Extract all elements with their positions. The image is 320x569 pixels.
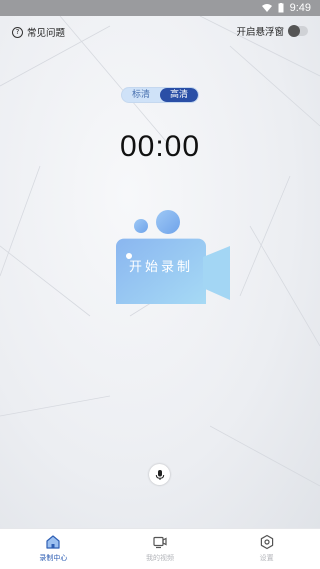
tab-label-my-videos: 我的视频 bbox=[146, 554, 174, 562]
status-time: 9:49 bbox=[289, 2, 311, 14]
wifi-icon bbox=[261, 3, 272, 13]
bottom-nav: 录制中心 我的视频 设置 bbox=[0, 528, 320, 569]
toggle-knob bbox=[288, 25, 300, 37]
status-bar: 9:49 bbox=[0, 0, 320, 16]
tab-label-recording-center: 录制中心 bbox=[39, 554, 68, 562]
video-camera-icon bbox=[116, 210, 230, 304]
quality-option-sd[interactable]: 标清 bbox=[122, 88, 160, 102]
tab-label-settings: 设置 bbox=[259, 554, 274, 562]
home-icon bbox=[46, 535, 60, 549]
microphone-icon bbox=[155, 469, 164, 480]
tab-my-videos[interactable]: 我的视频 bbox=[107, 529, 214, 569]
recording-screen: ? 常见问题 开启悬浮窗 标清 高清 00:00 开始录制 bbox=[0, 16, 320, 528]
battery-icon bbox=[276, 3, 286, 13]
start-recording-button[interactable]: 开始录制 bbox=[113, 194, 233, 304]
float-window-setting: 开启悬浮窗 bbox=[236, 24, 308, 38]
video-icon bbox=[153, 536, 167, 549]
start-recording-label: 开始录制 bbox=[128, 260, 193, 275]
float-window-toggle[interactable] bbox=[288, 25, 308, 37]
recording-timer: 00:00 bbox=[119, 130, 201, 163]
faq-label: 常见问题 bbox=[27, 28, 66, 39]
faq-link[interactable]: ? 常见问题 bbox=[12, 25, 65, 39]
tab-settings[interactable]: 设置 bbox=[213, 529, 320, 569]
quality-option-hd[interactable]: 高清 bbox=[160, 88, 198, 102]
tab-recording-center[interactable]: 录制中心 bbox=[0, 529, 107, 569]
settings-icon bbox=[260, 534, 273, 550]
float-window-label: 开启悬浮窗 bbox=[236, 27, 284, 38]
microphone-button[interactable] bbox=[149, 464, 170, 485]
question-circle-icon: ? bbox=[12, 26, 23, 38]
quality-selector: 标清 高清 bbox=[121, 87, 199, 103]
